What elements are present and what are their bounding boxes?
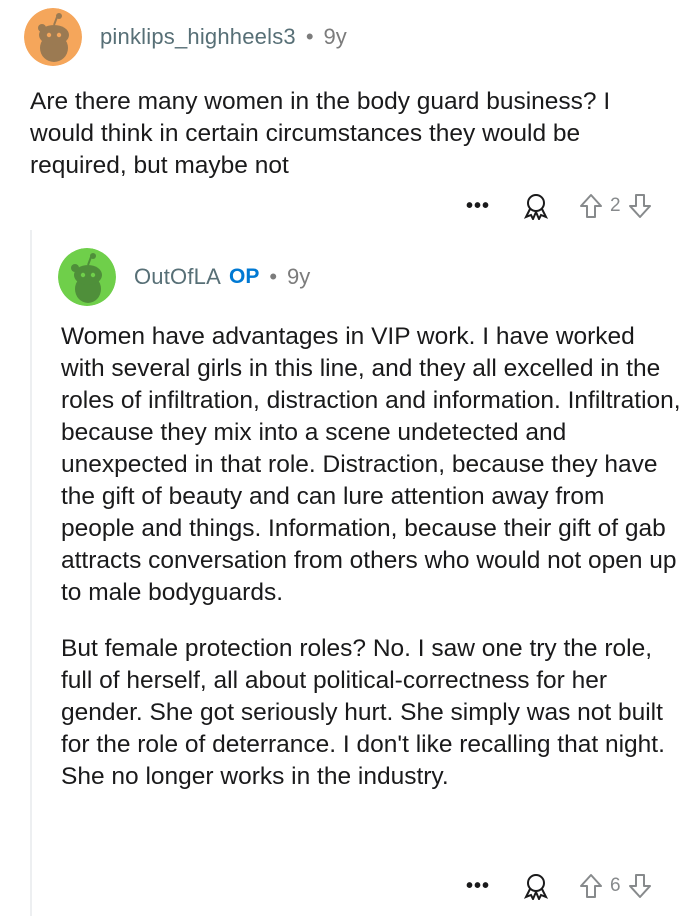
meta-separator: •	[305, 24, 314, 49]
more-options-icon[interactable]: •••	[466, 876, 490, 896]
comment-username[interactable]: pinklips_highheels3	[100, 24, 296, 50]
comment-body: Are there many women in the body guard b…	[30, 86, 680, 182]
user-avatar[interactable]	[24, 8, 82, 66]
vote-count: 2	[610, 195, 621, 216]
op-badge: OP	[229, 265, 260, 288]
user-avatar[interactable]	[58, 248, 116, 306]
comment-age: 9y	[323, 24, 347, 49]
comment-username[interactable]: OutOfLA	[134, 264, 221, 290]
comment-paragraph: But female protection roles? No. I saw o…	[61, 635, 665, 790]
upvote-arrow-icon[interactable]	[578, 192, 604, 220]
downvote-arrow-icon[interactable]	[627, 872, 653, 900]
comment-header: OutOfLA OP • 9y	[58, 248, 310, 306]
comment-text: Are there many women in the body guard b…	[30, 88, 611, 179]
snoo-avatar-icon	[58, 248, 116, 306]
snoo-avatar-icon	[24, 8, 82, 66]
comment-body: Women have advantages in VIP work. I hav…	[61, 321, 681, 793]
award-icon[interactable]	[522, 192, 550, 220]
award-icon[interactable]	[522, 872, 550, 900]
comment-header: pinklips_highheels3 • 9y	[24, 8, 347, 66]
comment-actions: ••• 6	[466, 872, 653, 900]
downvote-arrow-icon[interactable]	[627, 192, 653, 220]
comment-age: 9y	[287, 264, 311, 289]
thread-line[interactable]	[30, 230, 32, 916]
vote-count: 6	[610, 875, 621, 896]
meta-separator: •	[269, 264, 278, 289]
upvote-arrow-icon[interactable]	[578, 872, 604, 900]
comment-actions: ••• 2	[466, 192, 653, 220]
more-options-icon[interactable]: •••	[466, 196, 490, 216]
comment-paragraph: Women have advantages in VIP work. I hav…	[61, 323, 681, 606]
